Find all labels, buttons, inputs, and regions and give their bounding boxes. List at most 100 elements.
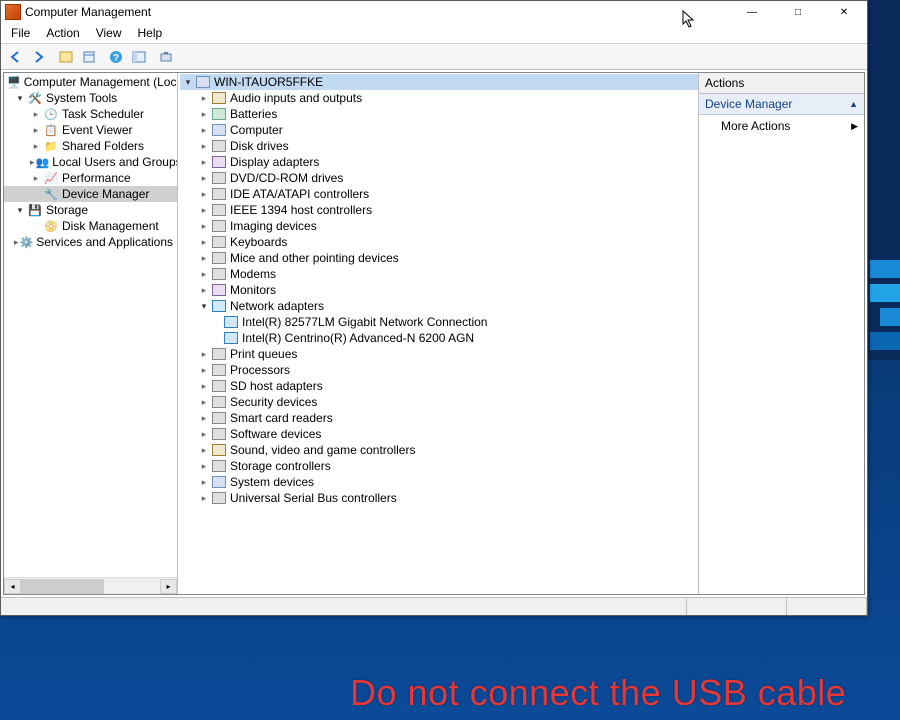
expand-icon[interactable] [182,76,194,88]
status-bar [1,597,867,615]
expand-icon[interactable] [14,236,19,248]
system-icon [211,474,227,490]
dvd-icon [211,170,227,186]
show-hide-tree-button[interactable] [55,46,77,68]
cat-security[interactable]: Security devices [180,394,698,410]
cat-mice[interactable]: Mice and other pointing devices [180,250,698,266]
tree-root[interactable]: 🖥️ Computer Management (Local [4,74,177,90]
close-button[interactable]: ✕ [821,1,867,23]
cat-imaging[interactable]: Imaging devices [180,218,698,234]
dev-net2[interactable]: Intel(R) Centrino(R) Advanced-N 6200 AGN [180,330,698,346]
forward-button[interactable] [28,46,50,68]
actions-header: Actions [699,73,864,94]
help-button[interactable]: ? [105,46,127,68]
printer-icon [211,346,227,362]
cat-sd[interactable]: SD host adapters [180,378,698,394]
tree-task-scheduler[interactable]: 🕒 Task Scheduler [4,106,177,122]
software-icon [211,426,227,442]
cpu-icon [211,362,227,378]
menu-help[interactable]: Help [130,24,171,42]
cat-smart[interactable]: Smart card readers [180,410,698,426]
overlay-caption: Do not connect the USB cable [350,672,846,714]
ide-icon [211,186,227,202]
menu-action[interactable]: Action [38,24,87,42]
wifi-icon [223,330,239,346]
cat-processors[interactable]: Processors [180,362,698,378]
toolbar: ? [1,44,867,70]
cat-computer[interactable]: Computer [180,122,698,138]
menu-file[interactable]: File [3,24,38,42]
tree-device-manager[interactable]: 🔧 Device Manager [4,186,177,202]
minimize-button[interactable]: — [729,1,775,23]
view-devices-button[interactable] [128,46,150,68]
expand-icon[interactable] [14,92,26,104]
camera-icon [211,218,227,234]
expand-icon[interactable] [30,156,35,168]
keyboard-icon [211,234,227,250]
modem-icon [211,266,227,282]
mouse-icon [211,250,227,266]
event-icon: 📋 [43,122,59,138]
performance-icon: 📈 [43,170,59,186]
cat-ide[interactable]: IDE ATA/ATAPI controllers [180,186,698,202]
more-actions[interactable]: More Actions ▶ [699,115,864,137]
cat-sound[interactable]: Sound, video and game controllers [180,442,698,458]
tree-disk-management[interactable]: 📀 Disk Management [4,218,177,234]
device-tree[interactable]: WIN-ITAUOR5FFKE Audio inputs and outputs… [178,73,698,594]
disk-icon [211,138,227,154]
cat-network[interactable]: Network adapters [180,298,698,314]
cat-display[interactable]: Display adapters [180,154,698,170]
cat-audio[interactable]: Audio inputs and outputs [180,90,698,106]
expand-icon[interactable] [30,172,42,184]
cat-printq[interactable]: Print queues [180,346,698,362]
tree-system-tools[interactable]: 🛠️ System Tools [4,90,177,106]
cat-software[interactable]: Software devices [180,426,698,442]
scroll-left-icon[interactable]: ◂ [4,579,21,594]
properties-button[interactable] [78,46,100,68]
cat-dvd[interactable]: DVD/CD-ROM drives [180,170,698,186]
expand-icon[interactable] [14,204,26,216]
actions-section[interactable]: Device Manager ▲ [699,94,864,115]
cat-ieee[interactable]: IEEE 1394 host controllers [180,202,698,218]
menubar: File Action View Help [1,23,867,44]
computer-management-window: Computer Management — □ ✕ File Action Vi… [0,0,868,616]
scan-hardware-button[interactable] [155,46,177,68]
services-icon: ⚙️ [20,234,34,250]
tree-shared-folders[interactable]: 📁 Shared Folders [4,138,177,154]
tree-local-users[interactable]: 👥 Local Users and Groups [4,154,177,170]
scroll-right-icon[interactable]: ▸ [160,579,177,594]
cat-sysdev[interactable]: System devices [180,474,698,490]
dev-net1[interactable]: Intel(R) 82577LM Gigabit Network Connect… [180,314,698,330]
collapse-icon[interactable]: ▲ [849,99,858,109]
expand-icon[interactable] [30,124,42,136]
device-root[interactable]: WIN-ITAUOR5FFKE [180,74,698,90]
cat-batteries[interactable]: Batteries [180,106,698,122]
back-button[interactable] [5,46,27,68]
console-tree[interactable]: 🖥️ Computer Management (Local 🛠️ System … [4,73,177,577]
sd-icon [211,378,227,394]
maximize-button[interactable]: □ [775,1,821,23]
tree-event-viewer[interactable]: 📋 Event Viewer [4,122,177,138]
storage-icon: 💾 [27,202,43,218]
tree-performance[interactable]: 📈 Performance [4,170,177,186]
menu-view[interactable]: View [88,24,130,42]
tree-services-apps[interactable]: ⚙️ Services and Applications [4,234,177,250]
cat-storagectl[interactable]: Storage controllers [180,458,698,474]
expand-icon[interactable] [30,108,42,120]
cat-monitors[interactable]: Monitors [180,282,698,298]
titlebar[interactable]: Computer Management — □ ✕ [1,1,867,23]
cat-usb[interactable]: Universal Serial Bus controllers [180,490,698,506]
computer-icon [195,74,211,90]
sound-icon [211,442,227,458]
tree-storage[interactable]: 💾 Storage [4,202,177,218]
window-title: Computer Management [25,5,729,19]
nic-icon [223,314,239,330]
cat-modems[interactable]: Modems [180,266,698,282]
cat-keyboards[interactable]: Keyboards [180,234,698,250]
expand-icon[interactable] [30,140,42,152]
scroll-thumb[interactable] [21,579,104,594]
device-manager-icon: 🔧 [43,186,59,202]
cat-disk[interactable]: Disk drives [180,138,698,154]
security-icon [211,394,227,410]
left-scrollbar[interactable]: ◂ ▸ [4,577,177,594]
